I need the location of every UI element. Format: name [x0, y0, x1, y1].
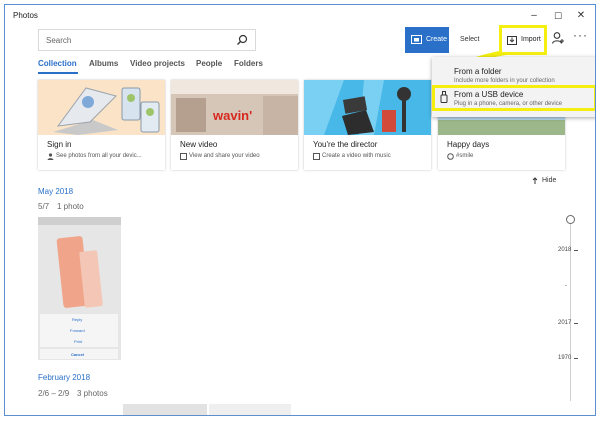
active-tab-indicator: [38, 72, 78, 74]
video-icon: [180, 153, 187, 160]
tab-video-projects[interactable]: Video projects: [130, 59, 185, 68]
timeline-tick: [574, 250, 578, 251]
phone-menu-print: Print: [74, 339, 83, 344]
arrow-up-icon: [532, 177, 538, 184]
card-subtitle: #smile: [456, 153, 474, 159]
tab-albums[interactable]: Albums: [89, 59, 118, 68]
menu-item-from-usb-device[interactable]: From a USB device Plug in a phone, camer…: [432, 85, 595, 111]
tab-collection[interactable]: Collection: [38, 59, 77, 68]
timeline-handle[interactable]: [566, 215, 575, 224]
import-icon: [507, 36, 517, 45]
card-director[interactable]: You're the director Create a video with …: [304, 80, 431, 170]
card-title: Happy days: [447, 140, 490, 149]
card-subtitle: Create a video with music: [322, 153, 391, 159]
phone-menu-reply: Reply: [72, 317, 83, 322]
more-options-button[interactable]: ···: [573, 29, 589, 45]
director-illustration: [304, 80, 431, 135]
tab-folders[interactable]: Folders: [234, 59, 263, 68]
section-dates: 2/6 – 2/9: [38, 389, 70, 398]
timeline-tick: [574, 358, 578, 359]
card-subtitle: See photos from all your devic...: [56, 153, 142, 159]
person-icon: [47, 153, 54, 160]
timeline-tick: [574, 323, 578, 324]
section-title-may-2018: May 2018: [38, 187, 74, 196]
timeline-year[interactable]: 1970: [558, 355, 571, 361]
phone-menu-forward: Forward: [70, 328, 85, 333]
menu-item-title: From a USB device: [454, 90, 524, 99]
card-new-video[interactable]: wavin' New video View and share your vid…: [171, 80, 298, 170]
import-button[interactable]: Import: [499, 25, 547, 55]
menu-item-from-folder[interactable]: From a folder Include more folders in yo…: [432, 61, 595, 85]
usb-device-icon: [440, 91, 448, 103]
section-dates: 5/7: [38, 202, 50, 211]
new-video-thumbnail: wavin': [171, 80, 298, 135]
photo-thumbnail[interactable]: [123, 404, 207, 415]
card-title: You're the director: [313, 140, 378, 149]
photo-thumbnail[interactable]: [209, 404, 291, 415]
card-title: New video: [180, 140, 218, 149]
timeline-year[interactable]: 2018: [558, 247, 571, 253]
section-count: 1 photo: [57, 202, 84, 211]
tag-icon: [447, 153, 454, 160]
section-title-february-2018: February 2018: [38, 373, 91, 382]
wavin-art-text: wavin': [212, 108, 252, 123]
tab-people[interactable]: People: [196, 59, 222, 68]
menu-item-subtitle: Plug in a phone, camera, or other device: [454, 101, 563, 107]
hide-button[interactable]: Hide: [542, 177, 556, 184]
sign-in-illustration: [38, 80, 165, 135]
timeline-marker: -: [565, 283, 567, 289]
menu-item-title: From a folder: [454, 67, 502, 76]
import-menu: From a folder Include more folders in yo…: [432, 57, 595, 117]
person-add-icon[interactable]: [551, 31, 565, 45]
card-sign-in[interactable]: Sign in See photos from all your devic..…: [38, 80, 165, 170]
photos-window: Photos – ☐ ✕ Search Create Select Import: [4, 4, 596, 416]
section-count: 3 photos: [77, 389, 108, 398]
timeline-year[interactable]: 2017: [558, 320, 571, 326]
photo-thumbnail[interactable]: Reply Forward Print Cancel: [38, 217, 121, 360]
card-subtitle: View and share your video: [189, 153, 260, 159]
phone-menu-cancel: Cancel: [71, 352, 85, 357]
menu-item-subtitle: Include more folders in your collection: [454, 78, 555, 84]
video-icon: [313, 153, 320, 160]
card-title: Sign in: [47, 140, 72, 149]
import-label: Import: [521, 36, 541, 43]
